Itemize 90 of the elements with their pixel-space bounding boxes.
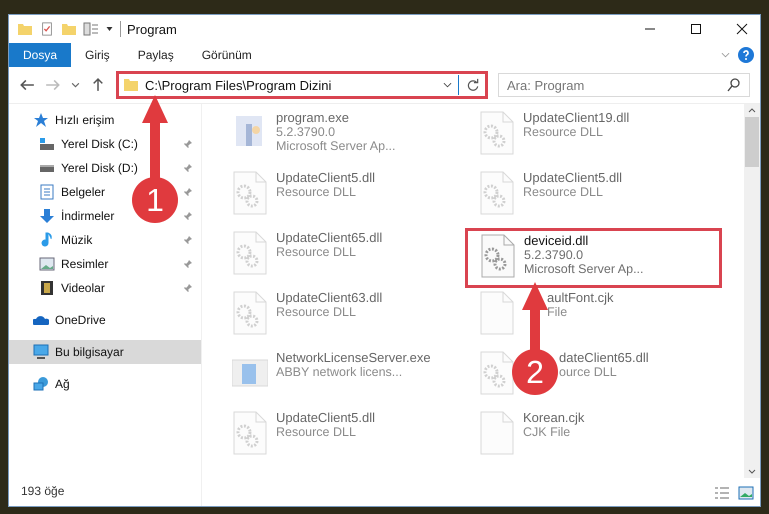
file-icon bbox=[232, 410, 268, 456]
sidebar-item[interactable]: Hızlı erişim bbox=[9, 108, 201, 132]
sidebar-item[interactable]: Yerel Disk (C:) bbox=[39, 133, 140, 155]
window-title: Program bbox=[127, 22, 177, 36]
file-icon bbox=[479, 110, 515, 156]
address-bar[interactable]: C:\Program Files\Program Dizini bbox=[116, 71, 488, 99]
scroll-up-icon[interactable] bbox=[748, 108, 756, 113]
close-icon[interactable] bbox=[736, 23, 748, 35]
pin-icon[interactable] bbox=[183, 259, 193, 269]
pin-icon[interactable] bbox=[183, 283, 193, 293]
help-icon[interactable] bbox=[738, 47, 754, 63]
sidebar-item[interactable]: Belgeler bbox=[39, 181, 108, 203]
file-icon bbox=[232, 230, 268, 276]
sidebar-item[interactable]: Yerel Disk (D:) bbox=[39, 157, 140, 179]
file-icon bbox=[480, 233, 516, 279]
ribbon-tab[interactable]: Dosya bbox=[9, 43, 72, 67]
file-detail: Microsoft Server Ap... bbox=[276, 139, 396, 153]
chevron-down-icon[interactable] bbox=[71, 82, 80, 88]
file-name[interactable]: NetworkLicenseServer.exe bbox=[276, 350, 431, 365]
sidebar-icon bbox=[33, 376, 49, 392]
file-detail: Resource DLL bbox=[523, 185, 603, 199]
ribbon-tab[interactable]: Görünüm bbox=[188, 43, 266, 67]
file-detail: Resource DLL bbox=[276, 305, 356, 319]
scrollbar-thumb[interactable] bbox=[745, 117, 759, 167]
file-detail: CJK File bbox=[523, 425, 570, 439]
file-name[interactable]: UpdateClient5.dll bbox=[523, 170, 622, 185]
file-name[interactable]: UpdateClient5.dll bbox=[276, 410, 376, 425]
file-detail: File bbox=[547, 305, 568, 319]
file-detail: ABBY network licens... bbox=[276, 365, 402, 379]
tiles-view-icon[interactable] bbox=[738, 486, 754, 500]
file-name[interactable]: UpdateClient65.dll bbox=[276, 230, 382, 245]
file-name[interactable]: UpdateClient19.dll bbox=[523, 110, 630, 125]
sidebar-item[interactable]: Ağ bbox=[9, 372, 201, 396]
sidebar-icon bbox=[39, 232, 55, 248]
sidebar-icon bbox=[39, 136, 55, 152]
file-name[interactable]: UpdateClient63.dll bbox=[276, 290, 382, 305]
pin-icon[interactable] bbox=[183, 163, 193, 173]
file-icon bbox=[232, 290, 268, 336]
file-detail: 5.2.3790.0 bbox=[276, 125, 336, 139]
maximize-icon[interactable] bbox=[690, 23, 702, 35]
sidebar-icon bbox=[39, 208, 55, 224]
sidebar-item[interactable]: Resimler bbox=[39, 253, 110, 275]
file-icon bbox=[479, 350, 515, 396]
file-icon bbox=[479, 290, 515, 336]
folder-icon bbox=[123, 78, 139, 92]
search-field[interactable]: Ara: Program bbox=[498, 73, 750, 97]
checklist-icon[interactable] bbox=[39, 22, 55, 36]
sidebar-item[interactable]: İndirmeler bbox=[39, 205, 116, 227]
search-icon bbox=[726, 78, 742, 92]
sidebar-icon bbox=[39, 280, 55, 296]
sidebar-item[interactable]: Müzik bbox=[39, 229, 94, 251]
pin-icon[interactable] bbox=[183, 235, 193, 245]
properties-icon[interactable] bbox=[83, 22, 99, 36]
file-detail: Resource DLL bbox=[276, 185, 356, 199]
file-name[interactable]: UpdateClient5.dll bbox=[276, 170, 376, 185]
ribbon-tab[interactable]: Giriş bbox=[71, 43, 124, 67]
details-view-icon[interactable] bbox=[714, 486, 730, 500]
scrollbar[interactable] bbox=[744, 104, 760, 478]
sidebar-item[interactable]: Bu bilgisayar bbox=[9, 340, 201, 364]
back-arrow-icon[interactable] bbox=[19, 78, 35, 92]
file-detail: Microsoft Server Ap... bbox=[524, 262, 644, 276]
sidebar-item[interactable]: OneDrive bbox=[9, 308, 201, 332]
file-name[interactable]: deviceid.dll bbox=[524, 233, 588, 248]
file-detail: Resource DLL bbox=[276, 425, 356, 439]
file-icon bbox=[232, 170, 268, 216]
file-icon bbox=[479, 170, 515, 216]
address-path: C:\Program Files\Program Dizini bbox=[145, 78, 332, 92]
file-name[interactable]: Korean.cjk bbox=[523, 410, 584, 425]
sidebar-icon bbox=[33, 112, 49, 128]
file-name[interactable]: program.exe bbox=[276, 110, 349, 125]
pin-icon[interactable] bbox=[183, 187, 193, 197]
file-name[interactable]: dateClient65.dll bbox=[559, 350, 649, 365]
file-detail: 5.2.3790.0 bbox=[524, 248, 584, 262]
dropdown-icon[interactable] bbox=[105, 26, 114, 32]
pin-icon[interactable] bbox=[183, 139, 193, 149]
file-name[interactable]: aultFont.cjk bbox=[547, 290, 614, 305]
file-detail: Resource DLL bbox=[523, 125, 603, 139]
scroll-down-icon[interactable] bbox=[748, 469, 756, 474]
sidebar-icon bbox=[39, 184, 55, 200]
chevron-down-icon[interactable] bbox=[443, 82, 452, 88]
item-count: 193 öğe bbox=[20, 484, 66, 500]
sidebar-icon bbox=[33, 344, 49, 360]
ribbon-tab[interactable]: Paylaş bbox=[124, 43, 188, 67]
sidebar-icon bbox=[39, 256, 55, 272]
pin-icon[interactable] bbox=[183, 211, 193, 221]
refresh-icon[interactable] bbox=[465, 78, 481, 92]
file-icon bbox=[479, 410, 515, 456]
file-detail: ource DLL bbox=[559, 365, 617, 379]
file-detail: Resource DLL bbox=[276, 245, 356, 259]
sidebar-item[interactable]: Videolar bbox=[39, 277, 107, 299]
